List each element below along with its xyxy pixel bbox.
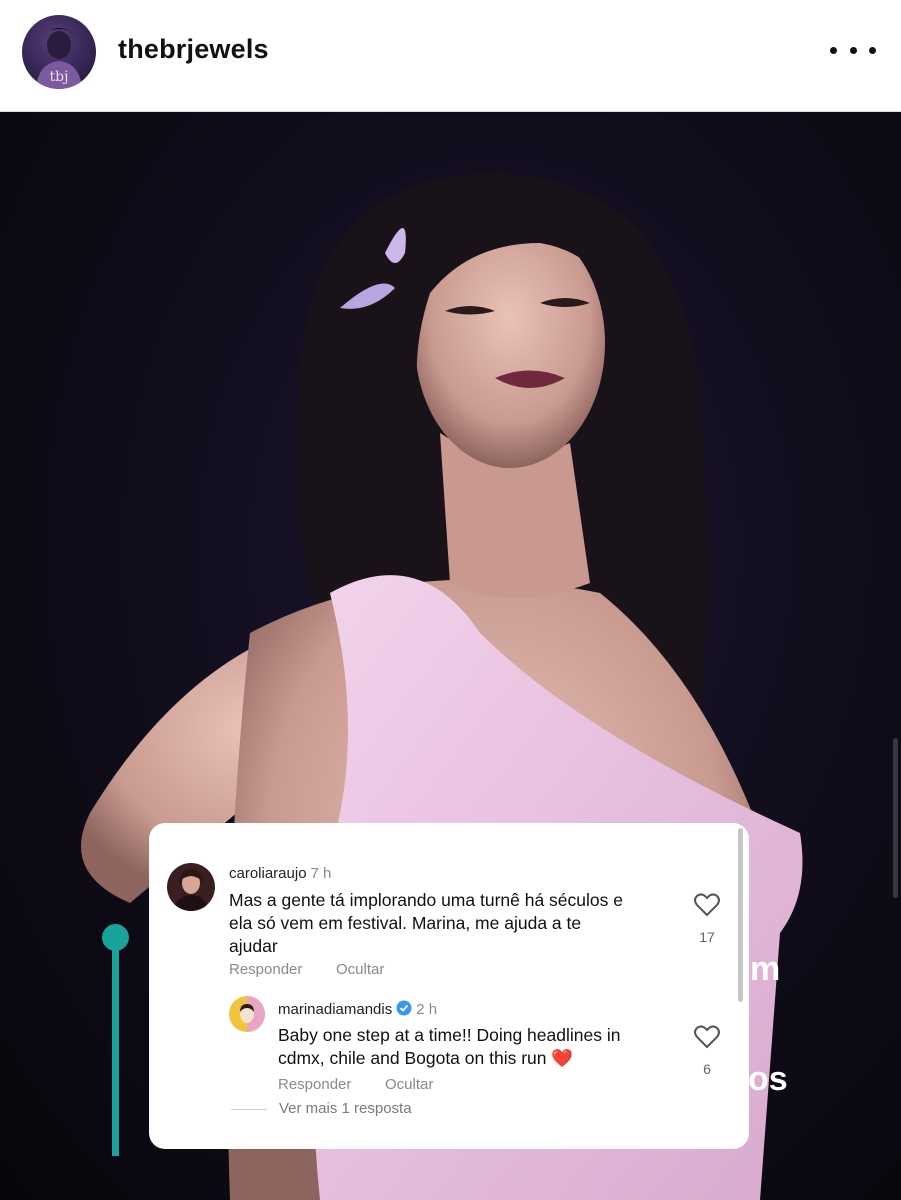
reply-button[interactable]: Responder [229,961,302,978]
photo-scroll-indicator [893,738,898,898]
hide-button[interactable]: Ocultar [385,1076,433,1093]
heart-icon[interactable] [694,1025,720,1049]
reply-username[interactable]: marinadiamandis [278,1001,392,1018]
timeline-dot [102,924,129,951]
commenter-avatar[interactable] [167,863,215,911]
comments-scrollbar[interactable] [738,828,743,1002]
background-text-fragment: os [748,1060,788,1098]
hide-button[interactable]: Ocultar [336,961,384,978]
post-header: tbj thebrjewels [0,0,901,112]
background-text-fragment: m [750,950,781,988]
view-more-replies-button[interactable]: Ver mais 1 resposta [279,1100,412,1117]
comments-panel: caroliaraujo 7 h Mas a gente tá implorand… [149,823,749,1149]
more-replies-divider [231,1109,267,1110]
profile-avatar[interactable]: tbj [22,15,96,89]
reply-button[interactable]: Responder [278,1076,351,1093]
timeline-line [112,948,119,1156]
reply-timestamp: 2 h [416,1001,438,1018]
post-username[interactable]: thebrjewels [118,34,269,65]
more-horizontal-icon [830,46,837,54]
more-options-button[interactable] [830,36,876,64]
comment-timestamp: 7 h [310,865,332,882]
comment-text: Mas a gente tá implorando uma turnê há s… [229,890,623,956]
reply-text: Baby one step at a time!! Doing headline… [278,1025,621,1068]
avatar-logo-text: tbj [50,69,69,85]
like-count: 6 [703,1061,711,1077]
like-count: 17 [699,929,715,945]
verified-badge-icon [396,1000,412,1020]
heart-icon[interactable] [694,893,720,917]
comment-username[interactable]: caroliaraujo [229,865,307,882]
reply-avatar[interactable] [229,996,265,1032]
